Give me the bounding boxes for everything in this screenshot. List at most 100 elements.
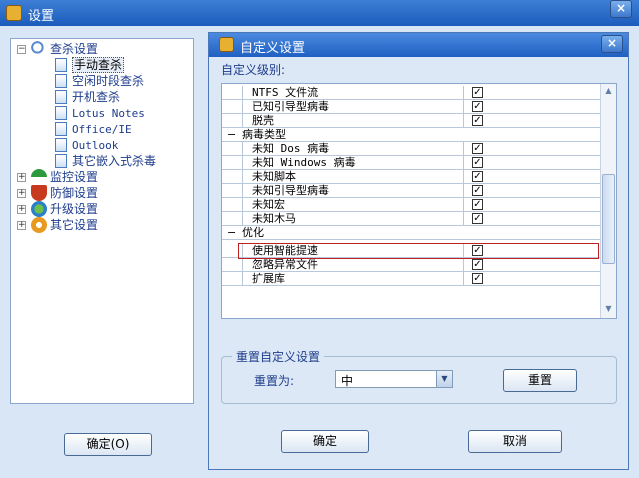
- tree-item-label: Outlook: [72, 139, 119, 152]
- gear-icon: [31, 217, 47, 233]
- window-close-button[interactable]: ×: [610, 0, 632, 18]
- expand-icon[interactable]: +: [17, 221, 26, 230]
- reset-level-value: 中: [341, 374, 354, 388]
- page-icon: [55, 138, 67, 152]
- tree-item-label: 其它设置: [50, 218, 99, 232]
- ok-button[interactable]: 确定(O): [64, 433, 152, 456]
- reset-group: 重置自定义设置 重置为: 中 ▼ 重置: [221, 348, 617, 404]
- grid-row: NTFS 文件流 ✓: [222, 86, 600, 100]
- grid-row: 未知 Windows 病毒 ✓: [222, 156, 600, 170]
- page-icon: [55, 90, 67, 104]
- row-checkbox[interactable]: ✓: [472, 115, 483, 126]
- row-label: 未知宏: [252, 198, 285, 211]
- tree-item-label: 升级设置: [50, 202, 99, 216]
- row-checkbox[interactable]: ✓: [472, 101, 483, 112]
- row-checkbox[interactable]: ✓: [472, 273, 483, 284]
- row-checkbox[interactable]: ✓: [472, 171, 483, 182]
- grid-row: 未知木马 ✓: [222, 212, 600, 226]
- selection-highlight: [238, 243, 599, 259]
- row-label: 已知引导型病毒: [252, 100, 329, 113]
- tree-item-idle-scan[interactable]: 空闲时段查杀: [55, 73, 144, 89]
- reset-button[interactable]: 重置: [503, 369, 577, 392]
- tree-item-embedded-scan[interactable]: 其它嵌入式杀毒: [55, 153, 156, 169]
- reset-level-select[interactable]: 中 ▼: [335, 370, 453, 388]
- page-icon: [55, 154, 67, 168]
- scroll-down-icon[interactable]: ▼: [603, 304, 614, 316]
- tree-item-boot-scan[interactable]: 开机查杀: [55, 89, 120, 105]
- umbrella-icon: [31, 169, 47, 185]
- dialog-cancel-button[interactable]: 取消: [468, 430, 562, 453]
- row-label: NTFS 文件流: [252, 86, 319, 99]
- tree-item-lotus-notes[interactable]: Lotus Notes: [55, 105, 145, 121]
- grid-row: 未知 Dos 病毒 ✓: [222, 142, 600, 156]
- expand-icon[interactable]: +: [17, 205, 26, 214]
- window-title: 设置: [28, 9, 55, 24]
- vertical-scrollbar[interactable]: ▲ ▼: [600, 84, 616, 318]
- row-label: 未知木马: [252, 212, 296, 225]
- settings-grid: NTFS 文件流 ✓ 已知引导型病毒 ✓ 脱壳 ✓ − 病毒类型 未知 Dos 病毒 ✓ …: [221, 83, 617, 319]
- row-checkbox[interactable]: ✓: [472, 213, 483, 224]
- tree-item-update-settings[interactable]: + 升级设置: [15, 201, 98, 217]
- row-checkbox[interactable]: ✓: [472, 199, 483, 210]
- tree-item-label: 开机查杀: [72, 90, 121, 104]
- row-label: 扩展库: [252, 272, 285, 285]
- app-icon: [219, 37, 234, 52]
- expand-icon[interactable]: +: [17, 189, 26, 198]
- grid-row: 忽略异常文件 ✓: [222, 258, 600, 272]
- tree-item-label: 查杀设置: [50, 42, 99, 56]
- tree-item-label: 手动查杀: [72, 57, 125, 73]
- reset-group-title: 重置自定义设置: [232, 348, 325, 365]
- magnifier-icon: [31, 41, 47, 57]
- row-checkbox[interactable]: ✓: [472, 87, 483, 98]
- page-icon: [55, 106, 67, 120]
- collapse-icon[interactable]: −: [17, 45, 26, 54]
- collapse-icon[interactable]: −: [227, 226, 236, 239]
- grid-group-header[interactable]: − 病毒类型: [222, 128, 600, 142]
- window-title-bar: 设置 ×: [0, 0, 639, 26]
- dialog-ok-button[interactable]: 确定: [281, 430, 369, 453]
- page-icon: [55, 58, 67, 72]
- tree-item-office-ie[interactable]: Office/IE: [55, 121, 132, 137]
- app-icon: [6, 5, 22, 21]
- row-label: 未知 Windows 病毒: [252, 156, 356, 169]
- scroll-thumb[interactable]: [602, 174, 615, 264]
- grid-row: 脱壳 ✓: [222, 114, 600, 128]
- tree-item-label: Lotus Notes: [72, 107, 145, 120]
- reset-to-label: 重置为:: [254, 374, 295, 388]
- tree-item-other-settings[interactable]: + 其它设置: [15, 217, 98, 233]
- shield-icon: [31, 185, 47, 201]
- grid-group-header[interactable]: − 优化: [222, 226, 600, 240]
- grid-row: 扩展库 ✓: [222, 272, 600, 286]
- grid-row: 未知脚本 ✓: [222, 170, 600, 184]
- chevron-down-icon[interactable]: ▼: [436, 371, 452, 387]
- globe-icon: [31, 201, 47, 217]
- row-checkbox[interactable]: ✓: [472, 259, 483, 270]
- tree-item-defense-settings[interactable]: + 防御设置: [15, 185, 98, 201]
- dialog-title: 自定义设置: [240, 41, 306, 56]
- tree-item-label: 防御设置: [50, 186, 99, 200]
- settings-tree: − 查杀设置 手动查杀 空闲时段查杀 开机查杀 Lotus Notes Offi…: [10, 38, 194, 404]
- grid-row: 已知引导型病毒 ✓: [222, 100, 600, 114]
- dialog-close-button[interactable]: ×: [601, 35, 623, 53]
- page-icon: [55, 74, 67, 88]
- scroll-up-icon[interactable]: ▲: [603, 86, 614, 98]
- grid-row: 未知宏 ✓: [222, 198, 600, 212]
- tree-item-scan-settings[interactable]: − 查杀设置: [15, 41, 98, 57]
- row-checkbox[interactable]: ✓: [472, 143, 483, 154]
- page-icon: [55, 122, 67, 136]
- collapse-icon[interactable]: −: [227, 128, 236, 141]
- row-checkbox[interactable]: ✓: [472, 185, 483, 196]
- grid-row: 未知引导型病毒 ✓: [222, 184, 600, 198]
- dialog-title-bar: 自定义设置 ×: [209, 33, 628, 57]
- tree-item-outlook[interactable]: Outlook: [55, 137, 118, 153]
- tree-item-manual-scan[interactable]: 手动查杀: [55, 57, 125, 73]
- row-label: 未知 Dos 病毒: [252, 142, 330, 155]
- group-label: 优化: [242, 226, 264, 239]
- tree-item-label: 监控设置: [50, 170, 99, 184]
- row-label: 脱壳: [252, 114, 274, 127]
- tree-item-monitor-settings[interactable]: + 监控设置: [15, 169, 98, 185]
- expand-icon[interactable]: +: [17, 173, 26, 182]
- row-label: 未知脚本: [252, 170, 296, 183]
- row-checkbox[interactable]: ✓: [472, 157, 483, 168]
- custom-settings-dialog: 自定义设置 × 自定义级别: NTFS 文件流 ✓ 已知引导型病毒 ✓ 脱壳 ✓ − 病…: [208, 32, 629, 470]
